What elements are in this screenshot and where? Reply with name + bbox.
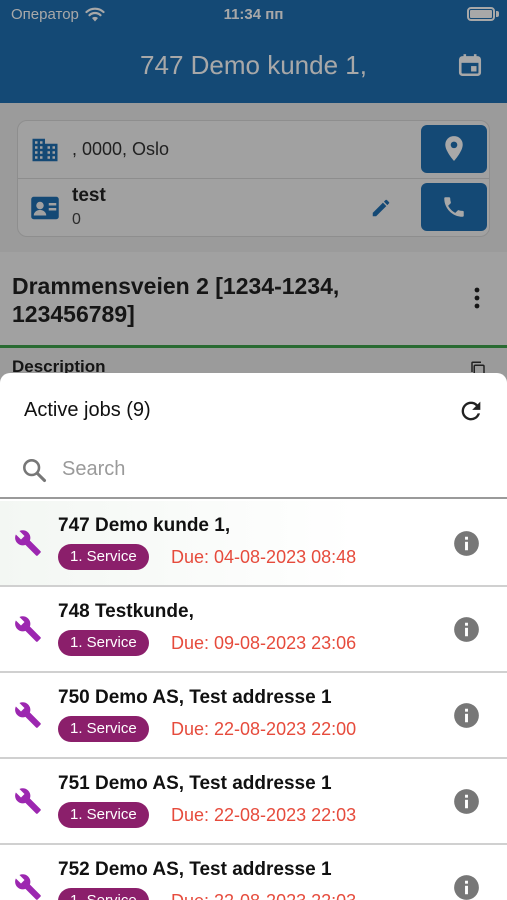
job-title: 751 Demo AS, Test addresse 1 bbox=[58, 773, 332, 794]
info-icon[interactable] bbox=[453, 616, 480, 643]
wrench-icon bbox=[15, 530, 41, 556]
job-due-date: Due: 04-08-2023 08:48 bbox=[171, 547, 357, 567]
job-title: 752 Demo AS, Test addresse 1 bbox=[58, 859, 332, 880]
job-type-badge: 1. Service bbox=[58, 544, 149, 570]
search-bar bbox=[0, 447, 507, 499]
job-row[interactable]: 752 Demo AS, Test addresse 1 1. Service … bbox=[0, 845, 507, 900]
wrench-icon bbox=[15, 702, 41, 728]
info-icon[interactable] bbox=[453, 702, 480, 729]
job-due-date: Due: 09-08-2023 23:06 bbox=[171, 633, 357, 653]
wrench-icon bbox=[15, 788, 41, 814]
job-type-badge: 1. Service bbox=[58, 630, 149, 656]
info-icon[interactable] bbox=[453, 530, 480, 557]
job-title: 747 Demo kunde 1, bbox=[58, 515, 231, 536]
info-icon[interactable] bbox=[453, 788, 480, 815]
job-title: 748 Testkunde, bbox=[58, 601, 194, 622]
info-icon[interactable] bbox=[453, 874, 480, 900]
job-due-date: Due: 22-08-2023 22:00 bbox=[171, 719, 357, 739]
search-icon bbox=[23, 459, 47, 483]
job-due-date: Due: 22-08-2023 22:03 bbox=[171, 805, 357, 825]
wrench-icon bbox=[15, 874, 41, 900]
refresh-icon[interactable] bbox=[457, 397, 485, 425]
job-row[interactable]: 747 Demo kunde 1, 1. Service Due: 04-08-… bbox=[0, 501, 507, 587]
job-row[interactable]: 750 Demo AS, Test addresse 1 1. Service … bbox=[0, 673, 507, 759]
job-type-badge: 1. Service bbox=[58, 716, 149, 742]
job-row[interactable]: 748 Testkunde, 1. Service Due: 09-08-202… bbox=[0, 587, 507, 673]
active-jobs-sheet: Active jobs (9) 747 Demo kunde 1, 1. Ser… bbox=[0, 373, 507, 900]
wrench-icon bbox=[15, 616, 41, 642]
job-title: 750 Demo AS, Test addresse 1 bbox=[58, 687, 332, 708]
job-list: 747 Demo kunde 1, 1. Service Due: 04-08-… bbox=[0, 501, 507, 900]
search-input[interactable] bbox=[62, 453, 462, 485]
sheet-title: Active jobs (9) bbox=[24, 399, 151, 421]
job-type-badge: 1. Service bbox=[58, 802, 149, 828]
job-due-date: Due: 22-08-2023 22:03 bbox=[171, 891, 356, 900]
job-row[interactable]: 751 Demo AS, Test addresse 1 1. Service … bbox=[0, 759, 507, 845]
job-type-badge: 1. Service bbox=[58, 888, 149, 900]
